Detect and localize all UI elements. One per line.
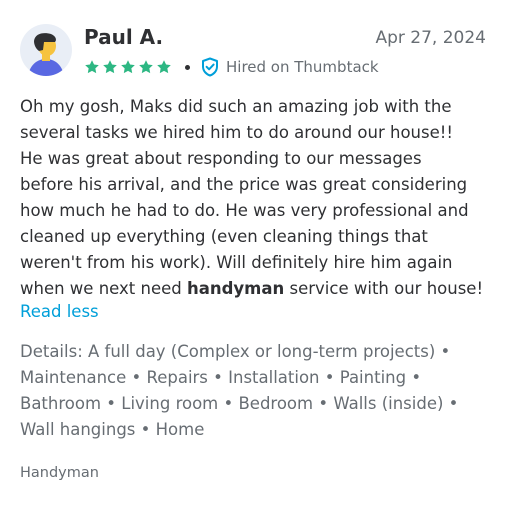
service-keyword: handyman [186, 279, 285, 298]
review-body: Oh my gosh, Maks did such an amazing job… [20, 94, 490, 302]
review-body-line: before his arrival, and the price was gr… [20, 175, 468, 194]
details-line: Maintenance • Repairs • Installation • P… [20, 368, 422, 387]
star-rating [84, 59, 172, 75]
review-card: Paul A. Apr 27, 2024 Hired on Thumbtack … [0, 0, 506, 528]
avatar [20, 24, 72, 76]
star-icon [102, 59, 118, 75]
reviewer-name: Paul A. [84, 25, 164, 49]
details-line: Wall hangings • Home [20, 420, 205, 439]
review-body-line: He was great about responding to our mes… [20, 149, 422, 168]
star-icon [120, 59, 136, 75]
star-icon [138, 59, 154, 75]
review-body-line: when we next need handyman service with … [20, 276, 490, 302]
separator-dot [185, 64, 190, 70]
review-body-line: cleaned up everything (even cleaning thi… [20, 227, 428, 246]
review-body-text: service with our house! [284, 279, 484, 298]
details-line: Details: A full day (Complex or long-ter… [20, 342, 451, 361]
star-icon [84, 59, 100, 75]
details-line: Bathroom • Living room • Bedroom • Walls… [20, 394, 459, 413]
hired-badge-label: Hired on Thumbtack [226, 58, 379, 76]
service-category: Handyman [20, 465, 99, 481]
review-body-line: several tasks we hired him to do around … [20, 123, 453, 142]
review-date: Apr 27, 2024 [375, 28, 486, 48]
person-avatar-icon [28, 33, 64, 76]
review-body-line: Oh my gosh, Maks did such an amazing job… [20, 97, 452, 116]
rating-row: Hired on Thumbtack [84, 56, 379, 78]
review-body-line: weren't from his work). Will definitely … [20, 253, 453, 272]
read-less-link[interactable]: Read less [20, 302, 99, 321]
project-details: Details: A full day (Complex or long-ter… [20, 339, 500, 443]
shield-check-icon [201, 57, 219, 77]
review-body-line: how much he had to do. He was very profe… [20, 201, 469, 220]
star-icon [156, 59, 172, 75]
review-body-text: when we next need [20, 279, 187, 298]
